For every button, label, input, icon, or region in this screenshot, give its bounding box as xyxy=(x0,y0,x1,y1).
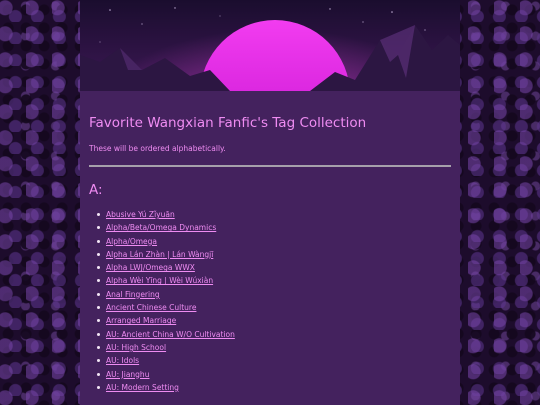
list-item: Arranged Marriage xyxy=(97,314,451,327)
list-item: AU: High School xyxy=(97,341,451,354)
synthwave-sunset-banner-icon xyxy=(80,0,460,91)
tag-link[interactable]: AU: High School xyxy=(106,343,166,352)
bullet-icon xyxy=(97,266,100,270)
list-item: Alpha Lán Zhàn | Lán Wàngjī xyxy=(97,248,451,261)
list-item: Alpha/Omega xyxy=(97,235,451,248)
bullet-icon xyxy=(97,226,100,230)
tag-link[interactable]: AU: Modern Setting xyxy=(106,383,179,392)
tag-link[interactable]: Alpha/Omega xyxy=(106,237,157,246)
bullet-icon xyxy=(97,372,100,376)
tag-link[interactable]: Anal Fingering xyxy=(106,290,160,299)
tag-link[interactable]: Alpha Lán Zhàn | Lán Wàngjī xyxy=(106,250,213,259)
header-banner-image xyxy=(80,0,460,91)
list-item: Ancient Chinese Culture xyxy=(97,301,451,314)
list-item: Anal Fingering xyxy=(97,288,451,301)
bullet-icon xyxy=(97,306,100,310)
list-item: Alpha LWJ/Omega WWX xyxy=(97,261,451,274)
list-item: AU: Jianghu xyxy=(97,368,451,381)
tag-link[interactable]: Alpha/Beta/Omega Dynamics xyxy=(106,223,216,232)
divider xyxy=(89,165,451,167)
tag-link[interactable]: Ancient Chinese Culture xyxy=(106,303,196,312)
bullet-icon xyxy=(97,239,100,243)
bullet-icon xyxy=(97,385,100,389)
list-item: AU: Idols xyxy=(97,354,451,367)
tag-link[interactable]: Alpha Wèi Yīng | Wèi Wúxiàn xyxy=(106,276,213,285)
tag-link[interactable]: AU: Ancient China W/O Cultivation xyxy=(106,330,235,339)
page-title: Favorite Wangxian Fanfic's Tag Collectio… xyxy=(89,115,367,131)
list-item: AU: Modern Setting xyxy=(97,381,451,394)
list-item: Abusive Yú Zǐyuān xyxy=(97,208,451,221)
tag-link[interactable]: Arranged Marriage xyxy=(106,316,176,325)
bullet-icon xyxy=(97,279,100,283)
list-item: Alpha Wèi Yīng | Wèi Wúxiàn xyxy=(97,274,451,287)
tag-link[interactable]: AU: Idols xyxy=(106,356,139,365)
tag-link[interactable]: Abusive Yú Zǐyuān xyxy=(106,210,175,219)
tag-link[interactable]: AU: Jianghu xyxy=(106,370,149,379)
bullet-icon xyxy=(97,332,100,336)
bullet-icon xyxy=(97,345,100,349)
bullet-icon xyxy=(97,319,100,323)
section-heading-a: A: xyxy=(89,182,103,198)
bullet-icon xyxy=(97,252,100,256)
intro-text: These will be ordered alphabetically. xyxy=(89,144,226,153)
bullet-icon xyxy=(97,359,100,363)
tag-list: Abusive Yú Zǐyuān Alpha/Beta/Omega Dynam… xyxy=(97,208,451,394)
content-panel: Favorite Wangxian Fanfic's Tag Collectio… xyxy=(80,0,460,405)
tag-link[interactable]: Alpha LWJ/Omega WWX xyxy=(106,263,195,272)
list-item: AU: Ancient China W/O Cultivation xyxy=(97,328,451,341)
bullet-icon xyxy=(97,292,100,296)
bullet-icon xyxy=(97,213,100,216)
list-item: Alpha/Beta/Omega Dynamics xyxy=(97,221,451,234)
post-body: Favorite Wangxian Fanfic's Tag Collectio… xyxy=(89,91,451,394)
